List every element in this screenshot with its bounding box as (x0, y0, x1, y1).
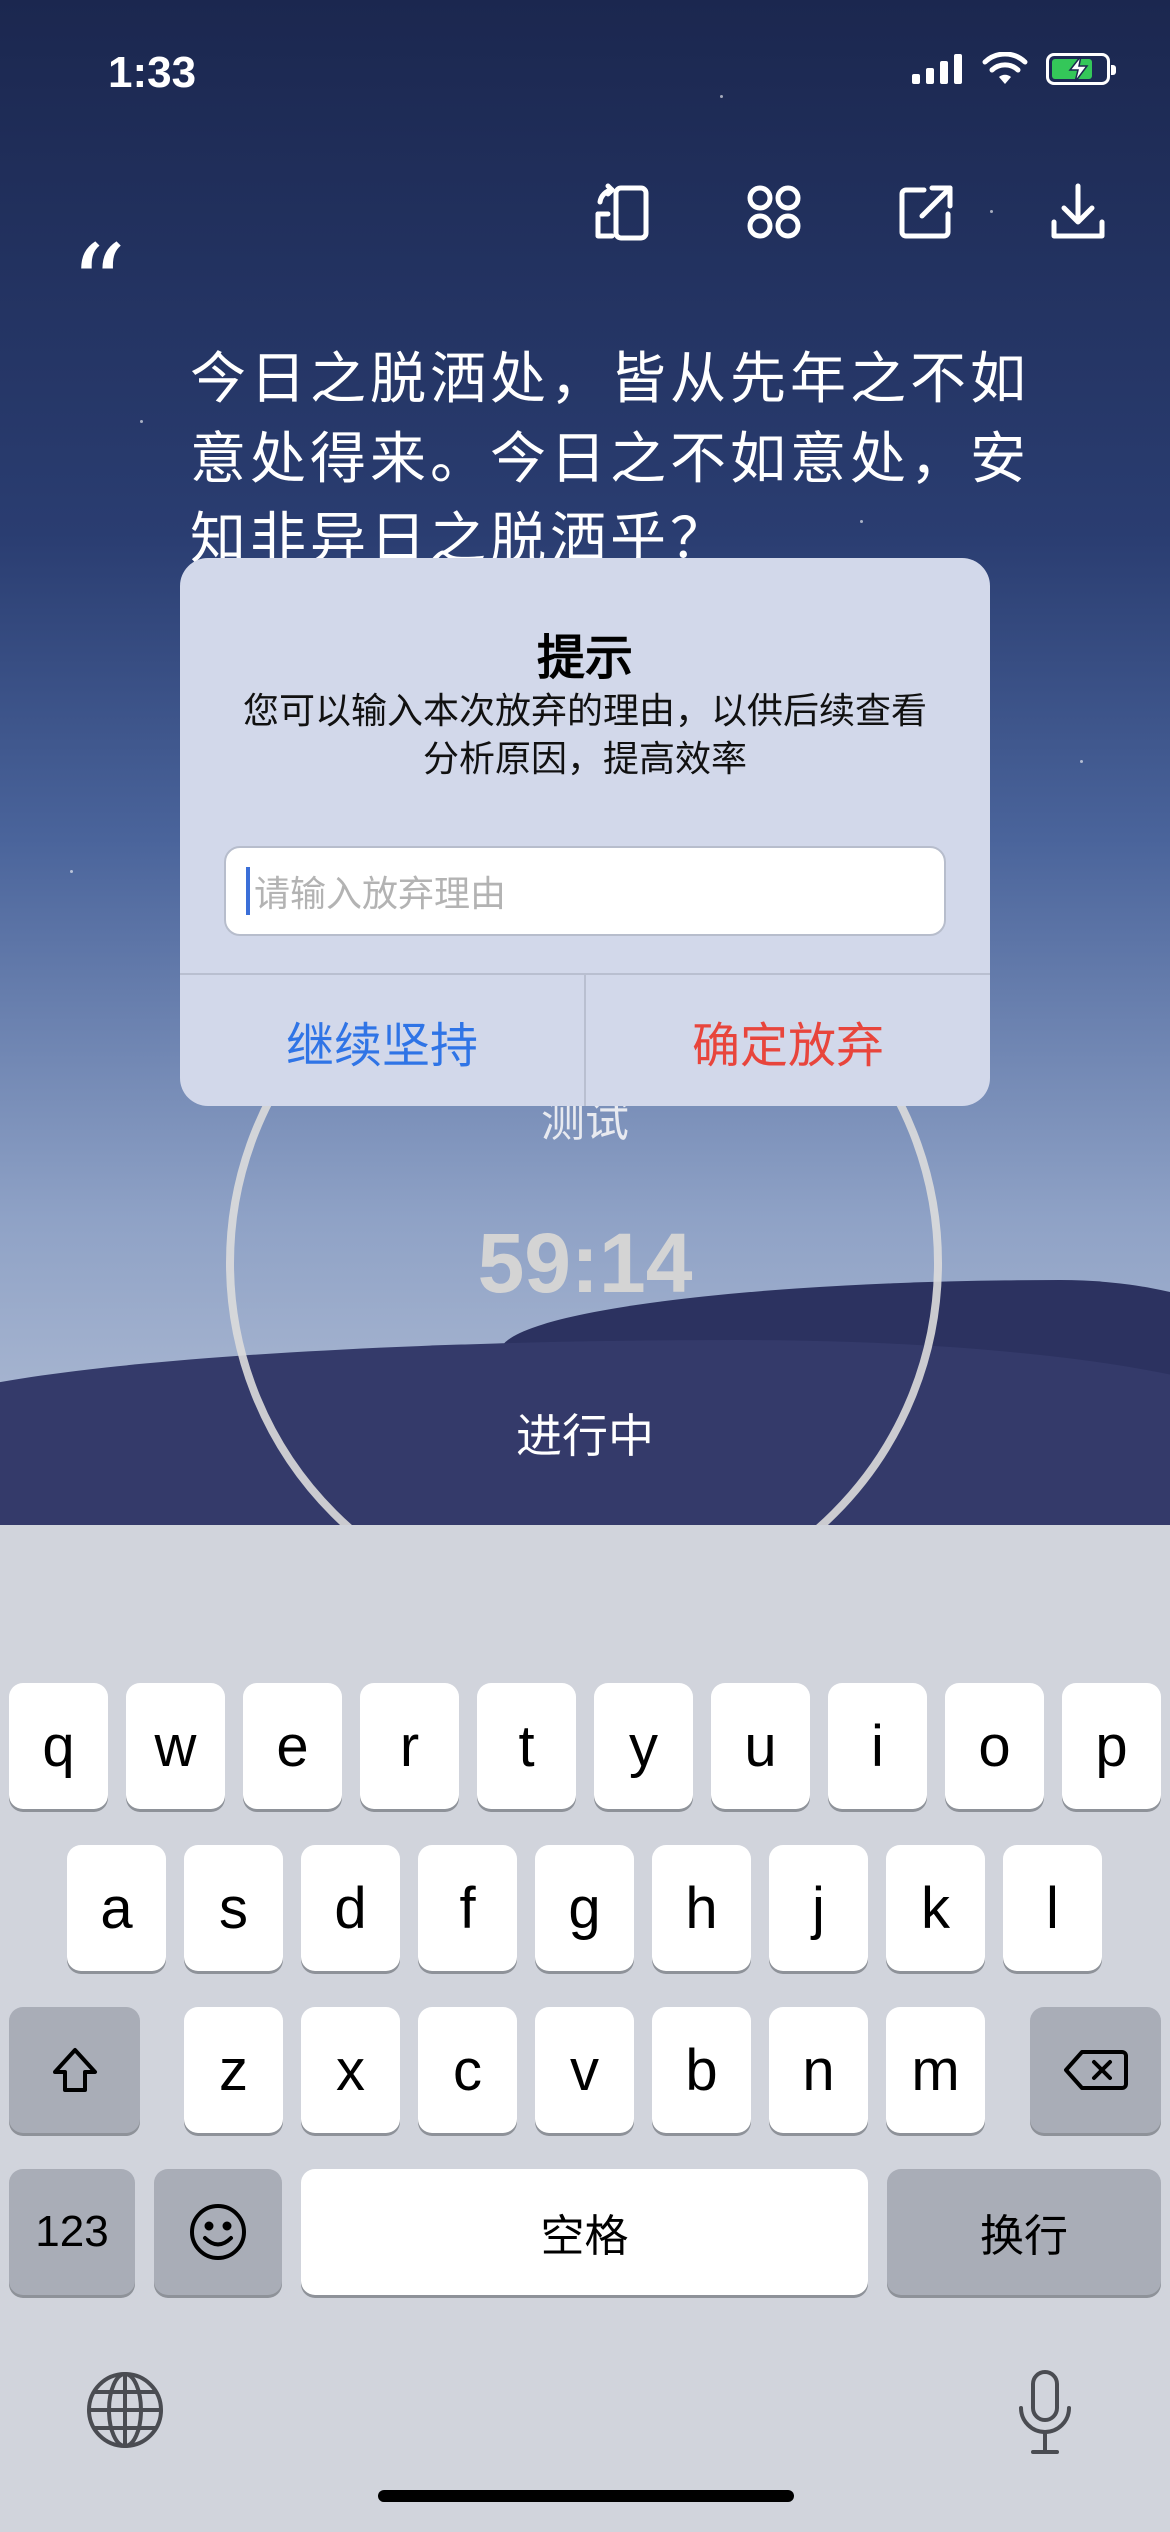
key-c[interactable]: c (418, 2007, 517, 2133)
text-caret (246, 867, 250, 915)
share-icon (899, 185, 953, 239)
key-i[interactable]: i (828, 1683, 927, 1809)
key-x[interactable]: x (301, 2007, 400, 2133)
key-g[interactable]: g (535, 1845, 634, 1971)
key-z[interactable]: z (184, 2007, 283, 2133)
key-k[interactable]: k (886, 1845, 985, 1971)
reason-input[interactable]: 请输入放弃理由 (224, 846, 946, 936)
key-n[interactable]: n (769, 2007, 868, 2133)
key-e[interactable]: e (243, 1683, 342, 1809)
battery-charging-icon (1046, 53, 1116, 85)
key-a[interactable]: a (67, 1845, 166, 1971)
backspace-icon (1063, 2050, 1128, 2090)
emoji-key[interactable] (154, 2169, 282, 2295)
backspace-key[interactable] (1030, 2007, 1161, 2133)
top-toolbar (590, 180, 1110, 244)
key-t[interactable]: t (477, 1683, 576, 1809)
shift-icon (52, 2048, 97, 2092)
download-button[interactable] (1046, 180, 1110, 244)
cellular-icon (912, 54, 962, 84)
dictation-button[interactable] (1000, 2365, 1090, 2461)
space-key[interactable]: 空格 (301, 2169, 868, 2295)
numbers-key[interactable]: 123 (9, 2169, 135, 2295)
continue-button[interactable]: 继续坚持 (180, 975, 584, 1106)
countdown-timer: 59:14 (477, 1216, 693, 1310)
key-o[interactable]: o (945, 1683, 1044, 1809)
key-b[interactable]: b (652, 2007, 751, 2133)
keyboard: q w e r t y u i o p a s d f g h j k l z … (0, 1525, 1170, 2532)
key-u[interactable]: u (711, 1683, 810, 1809)
microphone-icon (1019, 2370, 1071, 2454)
give-up-alert: 提示 您可以输入本次放弃的理由，以供后续查看分析原因，提高效率 请输入放弃理由 … (180, 558, 990, 1106)
key-h[interactable]: h (652, 1845, 751, 1971)
globe-button[interactable] (80, 2365, 170, 2455)
rotate-button[interactable] (590, 180, 654, 244)
key-l[interactable]: l (1003, 1845, 1102, 1971)
download-icon (1051, 183, 1105, 239)
key-j[interactable]: j (769, 1845, 868, 1971)
confirm-give-up-button[interactable]: 确定放弃 (586, 975, 990, 1106)
key-v[interactable]: v (535, 2007, 634, 2133)
timer-status: 进行中 (516, 1409, 654, 1463)
shift-key[interactable] (9, 2007, 140, 2133)
status-time: 1:33 (108, 48, 197, 97)
home-indicator (378, 2490, 794, 2502)
return-key[interactable]: 换行 (887, 2169, 1161, 2295)
quote-text: 今日之脱洒处，皆从先年之不如意处得来。今日之不如意处，安知非异日之脱洒乎？ (190, 347, 1030, 572)
apps-button[interactable] (742, 180, 806, 244)
key-m[interactable]: m (886, 2007, 985, 2133)
alert-message: 您可以输入本次放弃的理由，以供后续查看分析原因，提高效率 (242, 691, 927, 780)
key-s[interactable]: s (184, 1845, 283, 1971)
emoji-icon (190, 2204, 246, 2260)
key-w[interactable]: w (126, 1683, 225, 1809)
key-q[interactable]: q (9, 1683, 108, 1809)
share-button[interactable] (894, 180, 958, 244)
apps-icon (747, 185, 801, 239)
status-bar: 1:33 (0, 40, 1170, 110)
key-d[interactable]: d (301, 1845, 400, 1971)
key-f[interactable]: f (418, 1845, 517, 1971)
key-p[interactable]: p (1062, 1683, 1161, 1809)
key-r[interactable]: r (360, 1683, 459, 1809)
alert-title: 提示 (536, 630, 633, 686)
rotate-icon (595, 183, 649, 241)
key-y[interactable]: y (594, 1683, 693, 1809)
quote-mark: “ (70, 221, 127, 349)
reason-input-placeholder: 请输入放弃理由 (254, 874, 507, 915)
wifi-icon (982, 52, 1028, 84)
globe-icon (87, 2372, 163, 2448)
